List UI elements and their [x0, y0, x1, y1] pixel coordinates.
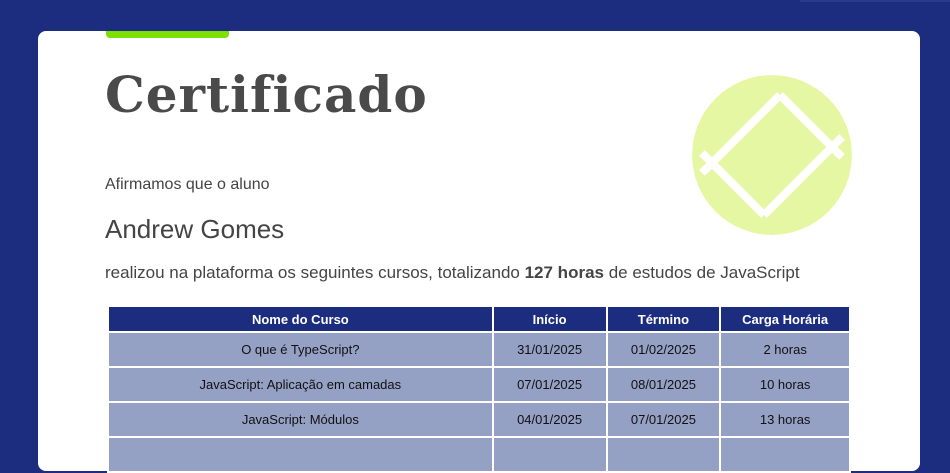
cell-hours: 2 horas [719, 331, 851, 368]
cell-end [605, 436, 722, 473]
cell-start: 07/01/2025 [491, 366, 608, 403]
top-edge-line [800, 0, 950, 2]
header-end: Término [605, 305, 722, 333]
certificate-title: Certificado [105, 65, 428, 124]
cell-hours: 10 horas [719, 366, 851, 403]
logo-icon [692, 75, 852, 235]
cell-course-name: O que é TypeScript? [107, 331, 494, 368]
summary-suffix: de estudos de JavaScript [608, 263, 800, 282]
intro-text: Afirmamos que o aluno [105, 176, 270, 193]
cell-course-name: JavaScript: Aplicação em camadas [107, 366, 494, 403]
table-row [107, 436, 851, 473]
certificate-card: Certificado Afirmamos que o aluno Andrew… [38, 31, 920, 473]
table-row: O que é TypeScript? 31/01/2025 01/02/202… [107, 331, 851, 368]
cell-start: 31/01/2025 [491, 331, 608, 368]
courses-table: Nome do Curso Início Término Carga Horár… [107, 305, 851, 473]
cell-end: 07/01/2025 [605, 401, 722, 438]
cell-start [491, 436, 608, 473]
cell-course-name: JavaScript: Módulos [107, 401, 494, 438]
cell-end: 01/02/2025 [605, 331, 722, 368]
cell-end: 08/01/2025 [605, 366, 722, 403]
cell-hours [719, 436, 851, 473]
accent-bar [106, 31, 229, 38]
table-header-row: Nome do Curso Início Término Carga Horár… [107, 305, 851, 333]
summary-prefix: realizou na plataforma os seguintes curs… [105, 263, 520, 282]
header-start: Início [491, 305, 608, 333]
table-row: JavaScript: Aplicação em camadas 07/01/2… [107, 366, 851, 403]
cell-course-name [107, 436, 494, 473]
summary-text: realizou na plataforma os seguintes curs… [105, 263, 800, 283]
header-course-name: Nome do Curso [107, 305, 494, 333]
student-name: Andrew Gomes [105, 214, 285, 244]
total-hours: 127 horas [524, 263, 604, 282]
cell-hours: 13 horas [719, 401, 851, 438]
header-hours: Carga Horária [719, 305, 851, 333]
cell-start: 04/01/2025 [491, 401, 608, 438]
table-row: JavaScript: Módulos 04/01/2025 07/01/202… [107, 401, 851, 438]
